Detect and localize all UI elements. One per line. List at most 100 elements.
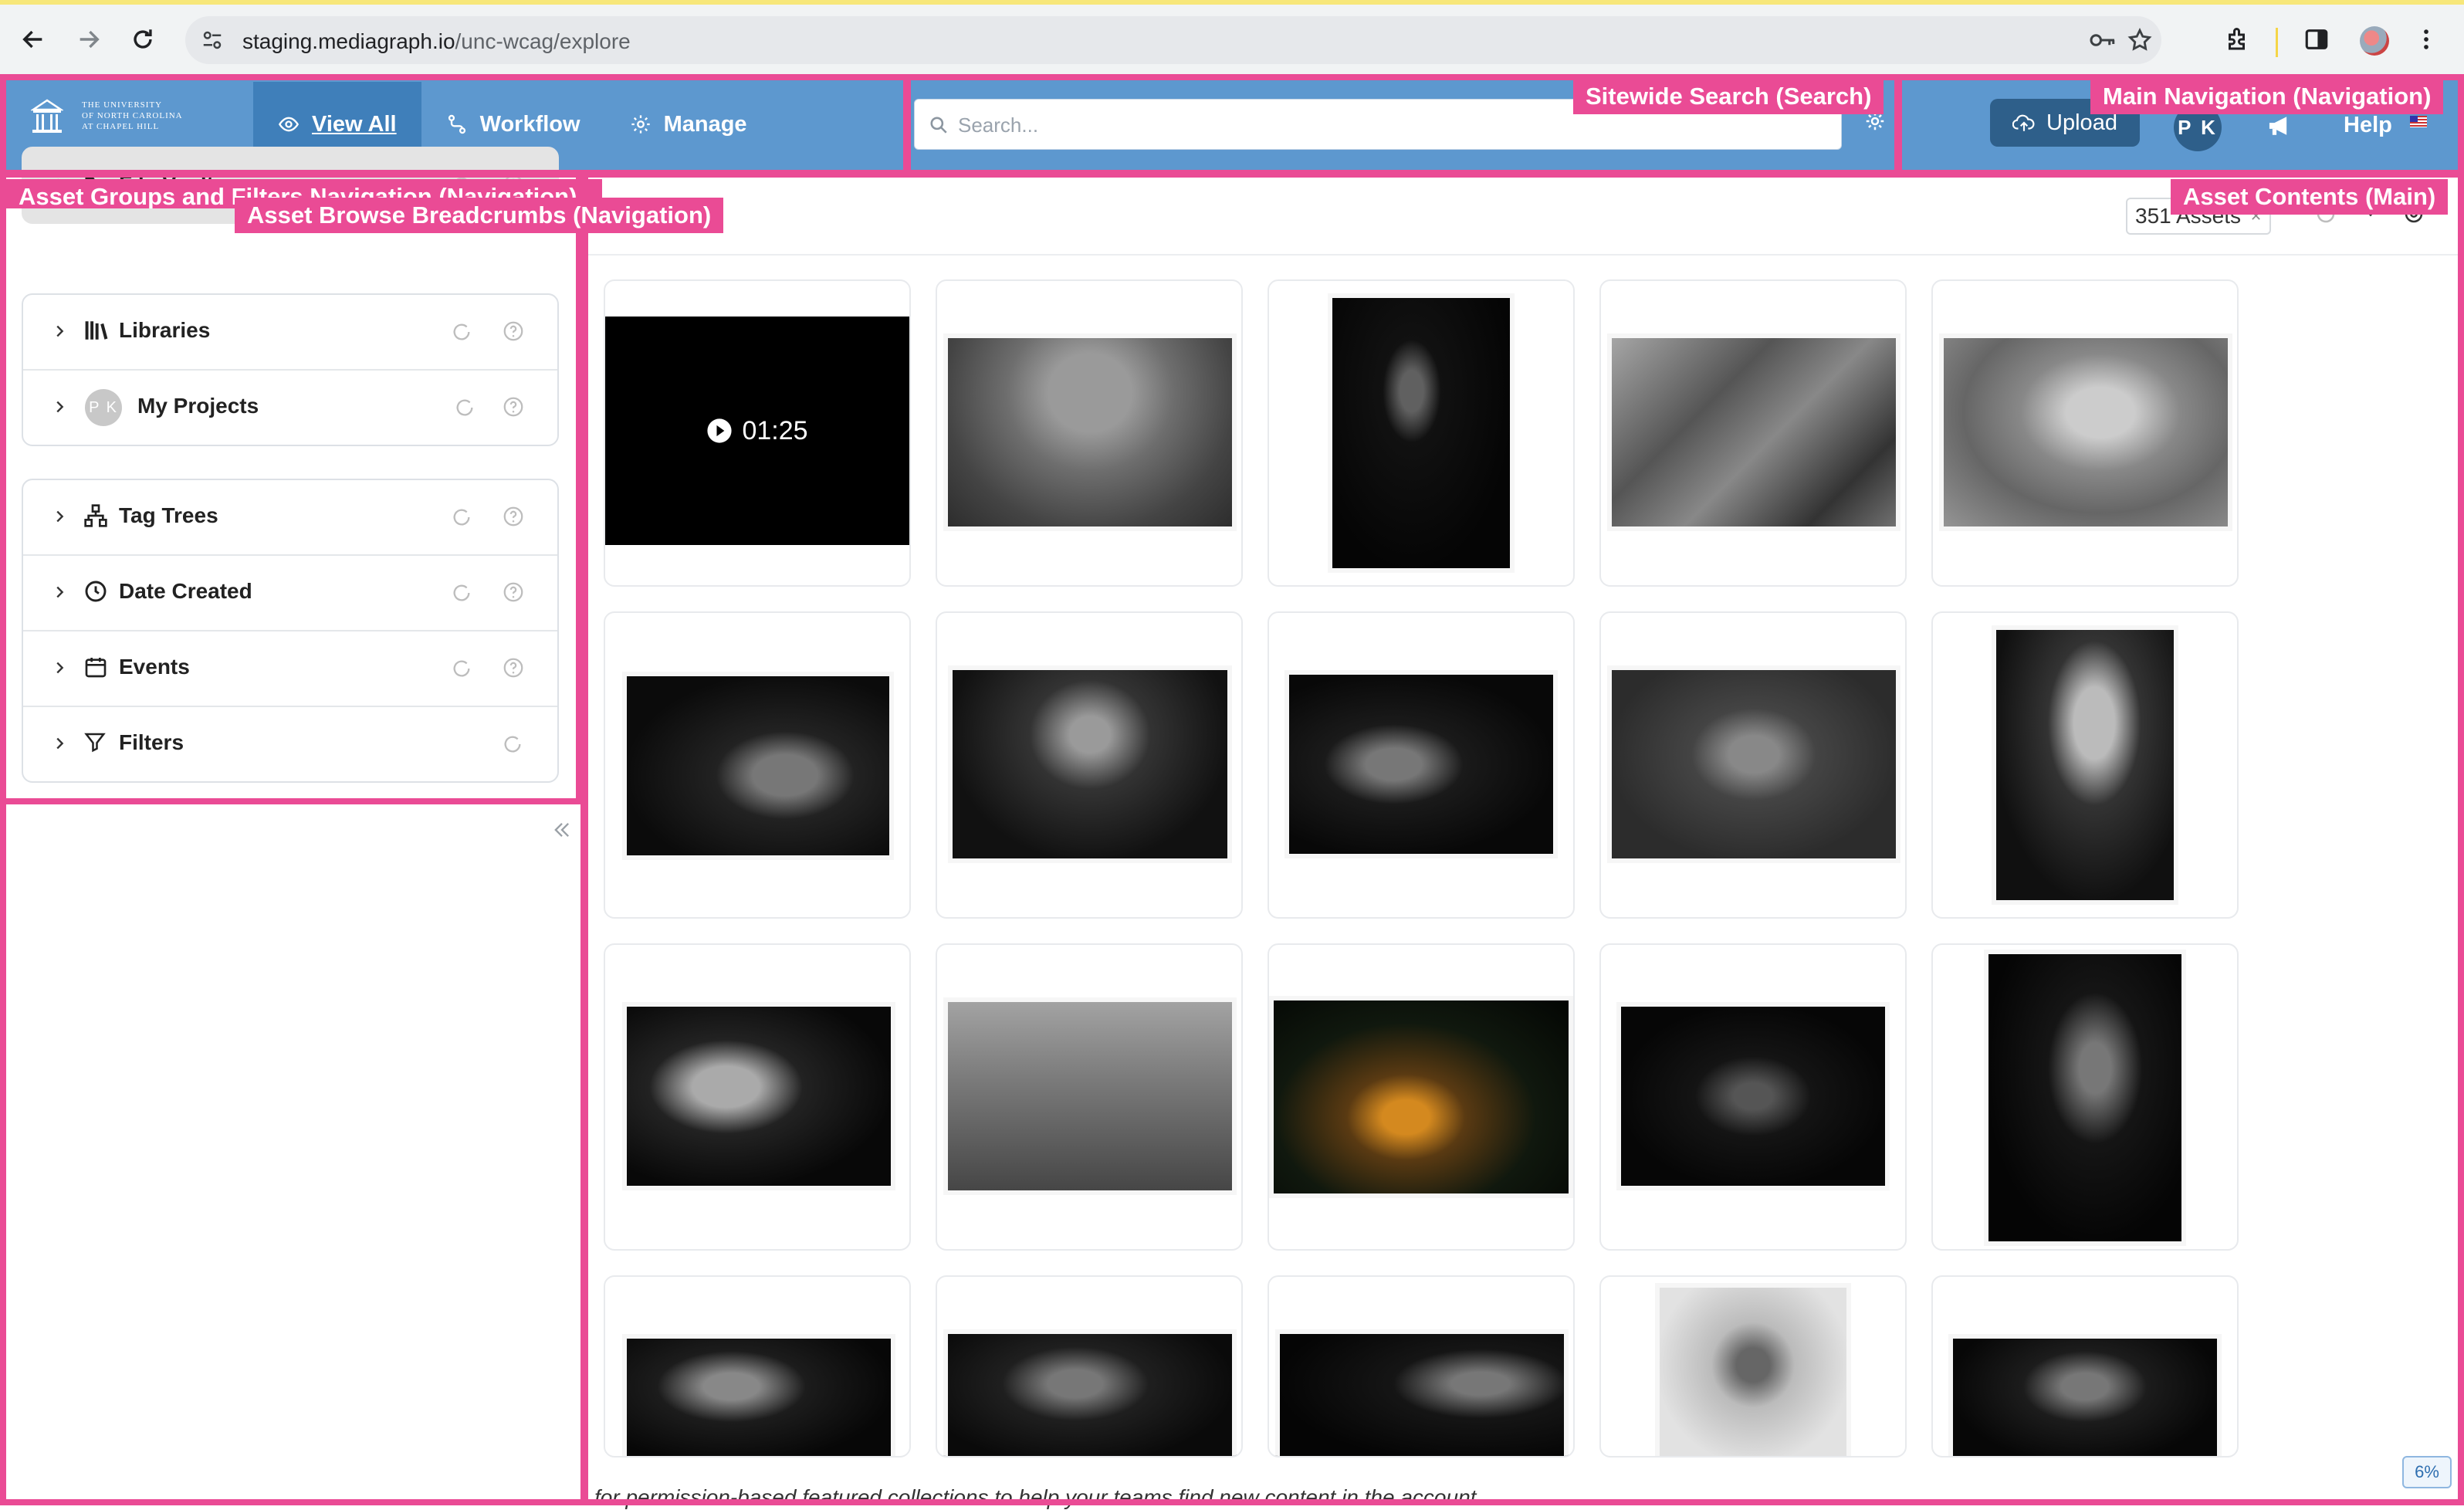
password-key-icon[interactable] (2088, 29, 2117, 52)
asset-card[interactable] (1599, 279, 1907, 587)
asset-card[interactable] (1599, 1275, 1907, 1458)
browser-menu-icon[interactable] (2408, 22, 2444, 57)
page-text-behind: for permission-based featured collection… (594, 1485, 1483, 1509)
refresh-icon[interactable] (451, 658, 472, 679)
unc-logo[interactable]: The University of North Carolina at Chap… (31, 97, 183, 134)
browser-profile-avatar[interactable] (2360, 26, 2389, 56)
photo-border (948, 665, 1232, 863)
help-circle-icon[interactable] (502, 320, 525, 343)
refresh-icon[interactable] (502, 733, 523, 755)
forward-icon[interactable] (71, 22, 107, 57)
address-bar[interactable]: staging.mediagraph.io/unc-wcag/explore (185, 16, 2161, 64)
asset-groups-sidebar: File Vault Libraries P K My Projects Tag… (0, 147, 579, 1505)
help-circle-icon[interactable] (502, 581, 525, 604)
play-icon (707, 418, 733, 443)
announcements-icon[interactable] (2266, 114, 2293, 137)
asset-card[interactable] (604, 611, 911, 919)
clock-icon (85, 581, 107, 602)
sidebar-item-my-projects[interactable]: P K My Projects (23, 371, 557, 445)
sidebar-item-events[interactable]: Events (23, 631, 557, 707)
asset-card[interactable] (936, 1275, 1243, 1458)
overlay-label-sitewide-search: Sitewide Search (Search) (1573, 79, 1884, 114)
sidebar-item-label: Date Created (119, 579, 252, 603)
help-link[interactable]: Help (2344, 113, 2392, 138)
tab-label: View All (312, 111, 397, 137)
asset-thumbnail (1616, 1002, 1890, 1190)
photo-border (943, 997, 1237, 1195)
chevron-right-icon[interactable] (51, 398, 68, 415)
asset-card[interactable] (1268, 279, 1575, 587)
extensions-icon[interactable] (2220, 22, 2256, 57)
photo-border (622, 1002, 895, 1190)
asset-card[interactable] (1931, 611, 2239, 919)
asset-card[interactable] (936, 279, 1243, 587)
search-icon (930, 117, 947, 134)
sidebar-item-label: Tag Trees (119, 503, 218, 527)
asset-thumbnail (943, 333, 1237, 531)
chevron-right-icon[interactable] (51, 735, 68, 752)
chevron-right-icon[interactable] (51, 584, 68, 601)
refresh-icon[interactable] (451, 506, 472, 528)
asset-card[interactable] (936, 943, 1243, 1251)
sidebar-item-label: My Projects (137, 394, 259, 418)
asset-card[interactable] (1599, 943, 1907, 1251)
overlay-label-breadcrumbs: Asset Browse Breadcrumbs (Navigation) (235, 198, 724, 233)
us-flag-icon[interactable] (2410, 116, 2427, 127)
old-well-icon (31, 99, 63, 133)
help-circle-icon[interactable] (502, 656, 525, 679)
refresh-icon[interactable] (454, 397, 476, 418)
tab-manage[interactable]: Manage (605, 82, 772, 167)
asset-thumbnail (1984, 950, 2186, 1246)
reload-icon[interactable] (125, 22, 161, 57)
refresh-icon[interactable] (451, 321, 472, 343)
zoom-indicator[interactable]: 6% (2402, 1456, 2452, 1488)
logo-text: The University of North Carolina at Chap… (82, 100, 183, 132)
asset-card[interactable] (1599, 611, 1907, 919)
calendar-icon (85, 658, 107, 678)
back-icon[interactable] (15, 22, 51, 57)
sidebar-item-tag-trees[interactable]: Tag Trees (23, 480, 557, 556)
photo-border (1655, 1283, 1851, 1456)
chevron-right-icon[interactable] (51, 323, 68, 340)
chevron-right-icon[interactable] (51, 508, 68, 525)
chevron-right-icon[interactable] (51, 659, 68, 676)
asset-thumbnail (943, 997, 1237, 1195)
sidebar-item-label: Libraries (119, 318, 211, 342)
asset-card[interactable] (936, 611, 1243, 919)
toolbar-separator (2276, 28, 2278, 57)
asset-card[interactable] (1931, 1275, 2239, 1458)
asset-card[interactable] (604, 1275, 911, 1458)
asset-thumbnail (1655, 1283, 1851, 1456)
sidebar-item-libraries[interactable]: Libraries (23, 295, 557, 371)
asset-card[interactable] (1268, 611, 1575, 919)
help-circle-icon[interactable] (502, 395, 525, 418)
refresh-icon[interactable] (451, 582, 472, 604)
asset-thumbnail (622, 672, 894, 860)
photo-border (1948, 1334, 2222, 1456)
asset-thumbnail (1948, 1334, 2222, 1456)
photo-border (622, 1334, 895, 1456)
video-duration: 01:25 (742, 415, 808, 445)
filter-icon (84, 733, 106, 753)
asset-thumbnail (1269, 996, 1573, 1198)
asset-card[interactable]: 01:25 (604, 279, 911, 587)
site-settings-icon[interactable] (201, 29, 224, 52)
photo-border (1269, 996, 1573, 1198)
asset-card[interactable] (1268, 1275, 1575, 1458)
asset-card[interactable] (1931, 279, 2239, 587)
photo-border (1275, 1329, 1569, 1456)
asset-card[interactable] (1268, 943, 1575, 1251)
sidebar-item-date-created[interactable]: Date Created (23, 556, 557, 631)
bookmark-star-icon[interactable] (2127, 27, 2153, 53)
sidebar-item-label: Filters (119, 730, 184, 754)
side-panel-icon[interactable] (2299, 22, 2334, 57)
asset-card[interactable] (604, 943, 911, 1251)
collapse-sidebar-icon[interactable] (551, 818, 573, 841)
photo-border (1992, 625, 2178, 905)
toolbar-divider (585, 254, 2464, 256)
sidebar-item-filters[interactable]: Filters (23, 707, 557, 781)
help-circle-icon[interactable] (502, 505, 525, 528)
asset-card[interactable] (1931, 943, 2239, 1251)
asset-thumbnail (1275, 1329, 1569, 1456)
photo-border (943, 333, 1237, 531)
